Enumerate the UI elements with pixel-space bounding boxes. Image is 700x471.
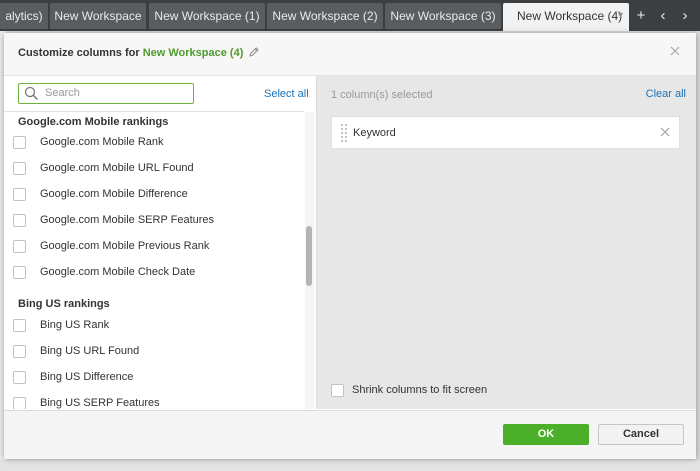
list-item-label: Bing US SERP Features	[40, 397, 160, 409]
checkbox[interactable]	[13, 240, 26, 253]
available-columns-pane: Select all Google.com Mobile rankings Go…	[4, 76, 317, 409]
tab-analytics[interactable]: alytics)	[0, 3, 48, 29]
checkbox[interactable]	[13, 214, 26, 227]
selected-column-item[interactable]: Keyword	[331, 116, 680, 149]
clear-all-link[interactable]: Clear all	[646, 88, 686, 100]
list-item[interactable]: Google.com Mobile Rank	[13, 134, 301, 154]
selected-count: 1 column(s) selected	[331, 89, 433, 101]
list-item-label: Bing US Rank	[40, 319, 110, 331]
list-item[interactable]: Google.com Mobile Previous Rank	[13, 238, 301, 258]
tab-label: New Workspace (3)	[390, 9, 496, 23]
checkbox[interactable]	[13, 397, 26, 409]
checkbox[interactable]	[13, 266, 26, 279]
remove-icon[interactable]	[660, 127, 670, 137]
group-heading-bing-us: Bing US rankings	[18, 298, 110, 310]
list-item-label: Google.com Mobile URL Found	[40, 162, 194, 174]
workspace-name: New Workspace (4)	[142, 47, 244, 59]
list-item-label: Bing US Difference	[40, 371, 134, 383]
dialog-footer: OK Cancel	[4, 410, 696, 459]
search-field[interactable]	[18, 83, 194, 104]
list-item-label: Google.com Mobile Check Date	[40, 266, 196, 278]
tab-new-workspace[interactable]: New Workspace	[50, 3, 146, 29]
tab-new-workspace-4[interactable]: New Workspace (4) ▾	[503, 3, 629, 31]
list-item[interactable]: Google.com Mobile URL Found	[13, 160, 301, 180]
dialog-title-prefix: Customize columns for	[18, 47, 140, 59]
list-item-label: Google.com Mobile Previous Rank	[40, 240, 210, 252]
list-item[interactable]: Bing US SERP Features	[13, 395, 301, 409]
list-item-label: Google.com Mobile Rank	[40, 136, 164, 148]
list-item-label: Bing US URL Found	[40, 345, 140, 357]
dialog-header: Customize columns for New Workspace (4)	[4, 33, 696, 76]
selected-column-label: Keyword	[353, 127, 396, 139]
checkbox[interactable]	[13, 136, 26, 149]
list-item[interactable]: Google.com Mobile Difference	[13, 186, 301, 206]
search-icon	[24, 86, 39, 101]
drag-handle-icon[interactable]	[340, 123, 348, 143]
chevron-right-icon[interactable]: ›	[676, 4, 694, 28]
tab-new-workspace-1[interactable]: New Workspace (1)	[149, 3, 265, 29]
checkbox[interactable]	[13, 319, 26, 332]
shrink-columns-option[interactable]: Shrink columns to fit screen	[331, 383, 531, 399]
customize-columns-dialog: Customize columns for New Workspace (4) …	[4, 33, 696, 459]
tab-label: New Workspace (4)	[517, 9, 623, 23]
list-item[interactable]: Bing US URL Found	[13, 343, 301, 363]
tab-new-workspace-3[interactable]: New Workspace (3)	[385, 3, 501, 29]
list-item[interactable]: Google.com Mobile Check Date	[13, 264, 301, 284]
list-item-label: Google.com Mobile SERP Features	[40, 214, 215, 226]
ok-button[interactable]: OK	[503, 424, 589, 445]
close-icon[interactable]	[668, 44, 682, 58]
background-app-bottom	[0, 460, 700, 471]
list-item[interactable]: Bing US Rank	[13, 317, 301, 337]
checkbox[interactable]	[13, 345, 26, 358]
plus-icon[interactable]: +	[632, 4, 650, 28]
select-all-link[interactable]: Select all	[264, 88, 309, 100]
scrollbar-thumb[interactable]	[306, 226, 312, 286]
list-item[interactable]: Bing US Difference	[13, 369, 301, 389]
chevron-left-icon[interactable]: ‹	[654, 4, 672, 28]
tab-label: New Workspace (1)	[154, 9, 260, 23]
checkbox[interactable]	[13, 188, 26, 201]
tab-label: New Workspace	[54, 9, 142, 23]
group-heading-google-mobile: Google.com Mobile rankings	[18, 116, 169, 128]
tab-label: New Workspace (2)	[272, 9, 378, 23]
chevron-down-icon[interactable]: ▾	[618, 3, 623, 29]
list-item-label: Google.com Mobile Difference	[40, 188, 188, 200]
tab-new-workspace-2[interactable]: New Workspace (2)	[267, 3, 383, 29]
tab-label: alytics)	[5, 9, 43, 23]
workspace-tab-bar: alytics) New Workspace New Workspace (1)…	[0, 0, 700, 31]
shrink-columns-label: Shrink columns to fit screen	[352, 384, 488, 396]
selected-columns-pane: 1 column(s) selected Clear all Keyword S…	[317, 76, 696, 409]
pencil-icon[interactable]	[248, 46, 260, 58]
dialog-title: Customize columns for New Workspace (4)	[18, 47, 243, 59]
search-input[interactable]	[45, 85, 185, 101]
list-item[interactable]: Google.com Mobile SERP Features	[13, 212, 301, 232]
cancel-button[interactable]: Cancel	[598, 424, 684, 445]
shrink-columns-checkbox[interactable]	[331, 384, 344, 397]
column-list[interactable]: Google.com Mobile rankings Google.com Mo…	[4, 112, 304, 409]
checkbox[interactable]	[13, 371, 26, 384]
checkbox[interactable]	[13, 162, 26, 175]
